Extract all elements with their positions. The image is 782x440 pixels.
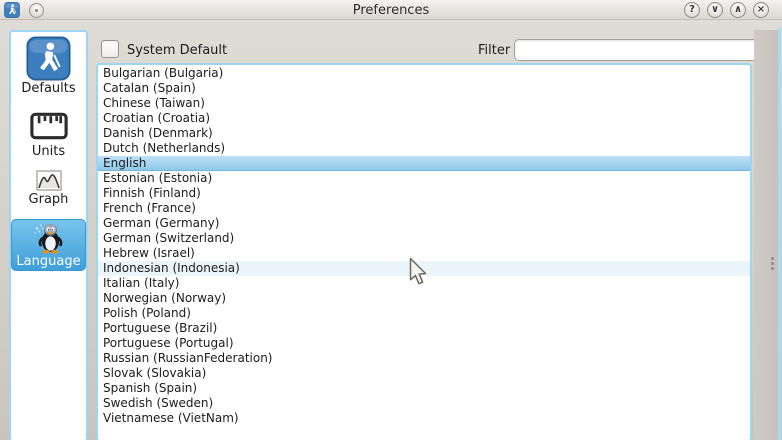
list-item[interactable]: German (Switzerland) (98, 231, 750, 246)
tux-penguin-icon (31, 221, 67, 254)
sidebar: Defaults Units Graph Language (9, 30, 88, 440)
window-title: Preferences (0, 3, 782, 18)
list-item[interactable]: English (98, 156, 750, 171)
list-item[interactable]: Catalan (Spain) (98, 81, 750, 96)
filter-input[interactable] (514, 39, 770, 61)
list-item[interactable]: Hebrew (Israel) (98, 246, 750, 261)
titlebar[interactable]: Preferences ? ∨ ∧ × (0, 0, 782, 20)
graph-icon (36, 170, 62, 192)
language-list[interactable]: Bulgarian (Bulgaria)Catalan (Spain)Chine… (96, 63, 752, 440)
scrollbar-grip-icon[interactable] (771, 255, 776, 272)
list-item[interactable]: Italian (Italy) (98, 276, 750, 291)
list-item[interactable]: Estonian (Estonia) (98, 171, 750, 186)
sidebar-item-label: Units (32, 144, 65, 159)
list-item[interactable]: Finnish (Finland) (98, 186, 750, 201)
sidebar-item-graph[interactable]: Graph (11, 169, 86, 208)
help-button[interactable]: ? (684, 2, 700, 18)
sidebar-item-defaults[interactable]: Defaults (11, 35, 86, 97)
list-item[interactable]: Portuguese (Portugal) (98, 336, 750, 351)
list-item[interactable]: German (Germany) (98, 216, 750, 231)
list-item[interactable]: Indonesian (Indonesia) (98, 261, 750, 276)
list-item[interactable]: French (France) (98, 201, 750, 216)
sidebar-item-units[interactable]: Units (11, 107, 86, 160)
sidebar-item-language[interactable]: Language (11, 219, 86, 271)
unshade-button[interactable]: ∧ (730, 2, 746, 18)
hiker-icon (26, 36, 71, 81)
list-item[interactable]: Croatian (Croatia) (98, 111, 750, 126)
close-button[interactable]: × (753, 2, 769, 18)
sidebar-item-label: Defaults (21, 81, 75, 96)
filter-label: Filter (478, 43, 510, 58)
window-right-edge (778, 28, 781, 440)
system-default-label: System Default (127, 43, 227, 58)
list-item[interactable]: Spanish (Spain) (98, 381, 750, 396)
sidebar-item-label: Language (16, 254, 80, 269)
list-item[interactable]: Dutch (Netherlands) (98, 141, 750, 156)
list-item[interactable]: Swedish (Sweden) (98, 396, 750, 411)
scrollbar[interactable] (754, 30, 778, 440)
list-item[interactable]: Polish (Poland) (98, 306, 750, 321)
system-default-checkbox[interactable] (101, 40, 119, 58)
list-item[interactable]: Danish (Denmark) (98, 126, 750, 141)
shade-button[interactable]: ∨ (707, 2, 723, 18)
ruler-icon (27, 108, 71, 144)
list-item[interactable]: Russian (RussianFederation) (98, 351, 750, 366)
list-item[interactable]: Chinese (Taiwan) (98, 96, 750, 111)
list-item[interactable]: Norwegian (Norway) (98, 291, 750, 306)
list-item[interactable]: Portuguese (Brazil) (98, 321, 750, 336)
list-item[interactable]: Vietnamese (VietNam) (98, 411, 750, 426)
list-item[interactable]: Slovak (Slovakia) (98, 366, 750, 381)
sidebar-item-label: Graph (29, 192, 69, 207)
list-item[interactable]: Bulgarian (Bulgaria) (98, 66, 750, 81)
